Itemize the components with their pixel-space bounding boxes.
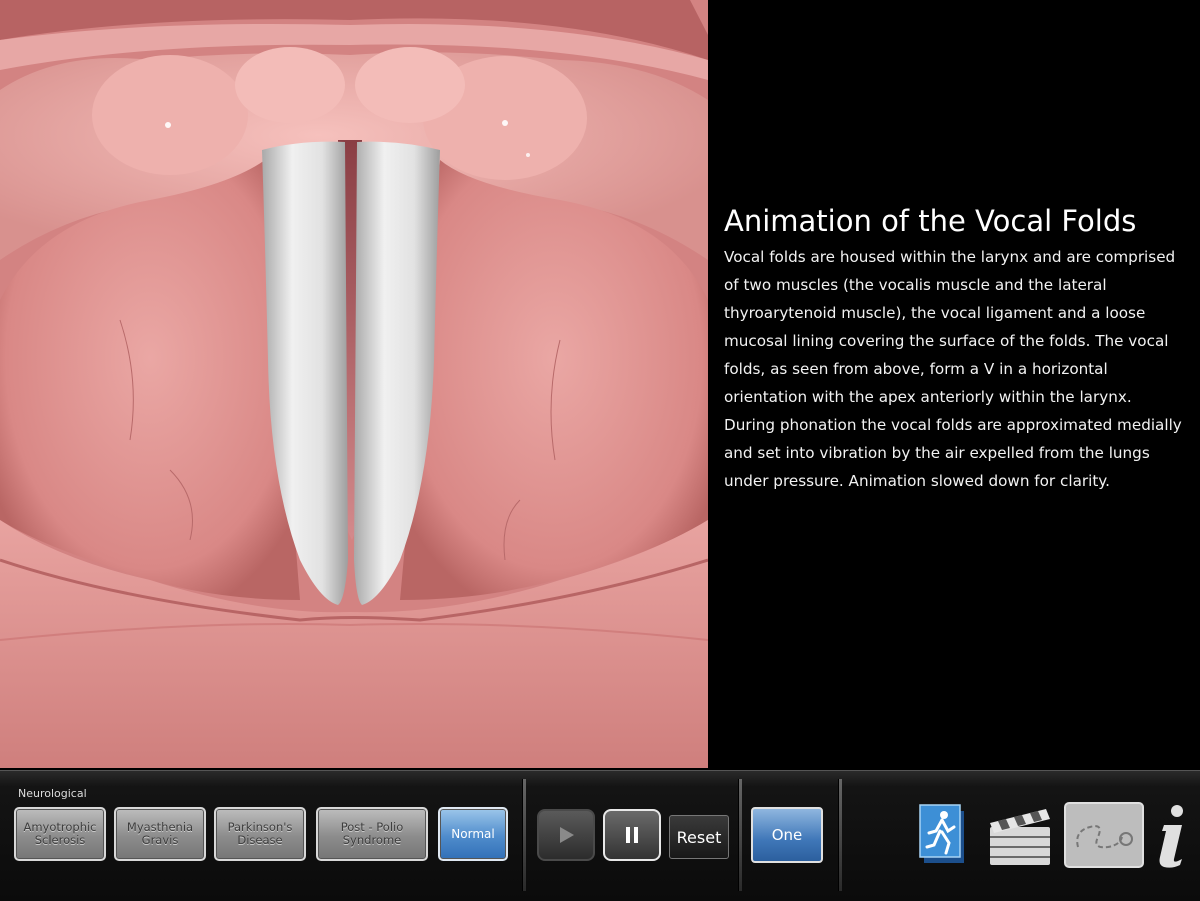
info-panel: Animation of the Vocal Folds Vocal folds… xyxy=(724,203,1184,495)
condition-button-label: Normal xyxy=(451,826,495,841)
pause-button[interactable] xyxy=(603,809,661,861)
clapperboard-icon[interactable] xyxy=(986,801,1054,873)
view-one-button[interactable]: One xyxy=(751,807,823,863)
condition-group-label: Neurological xyxy=(18,787,87,800)
reset-button[interactable]: Reset xyxy=(669,815,729,859)
play-icon xyxy=(560,827,574,843)
toolbar-divider xyxy=(738,779,742,891)
vocal-folds-illustration xyxy=(0,0,708,768)
info-title: Animation of the Vocal Folds xyxy=(724,204,1137,238)
condition-button-amyotrophic-sclerosis[interactable]: Amyotrophic Sclerosis xyxy=(14,807,106,861)
info-body: Vocal folds are housed within the larynx… xyxy=(724,248,1182,490)
condition-button-label: Myasthenia Gravis xyxy=(126,820,194,847)
condition-button-post-polio-syndrome[interactable]: Post - Polio Syndrome xyxy=(316,807,428,861)
info-icon[interactable] xyxy=(1150,801,1194,873)
condition-button-myasthenia-gravis[interactable]: Myasthenia Gravis xyxy=(114,807,206,861)
condition-button-label: Amyotrophic Sclerosis xyxy=(23,820,97,847)
drawing-icon[interactable] xyxy=(1064,801,1144,873)
condition-button-parkinsons-disease[interactable]: Parkinson's Disease xyxy=(214,807,306,861)
toolbar-divider xyxy=(522,779,526,891)
toolbar-divider xyxy=(838,779,842,891)
pause-icon xyxy=(626,827,638,843)
condition-button-label: Parkinson's Disease xyxy=(227,820,293,847)
play-button[interactable] xyxy=(537,809,595,861)
bottom-toolbar: Neurological Amyotrophic Sclerosis Myast… xyxy=(0,770,1200,901)
runner-icon[interactable] xyxy=(918,801,970,871)
condition-button-label: Post - Polio Syndrome xyxy=(340,820,404,847)
condition-button-normal[interactable]: Normal xyxy=(438,807,508,861)
